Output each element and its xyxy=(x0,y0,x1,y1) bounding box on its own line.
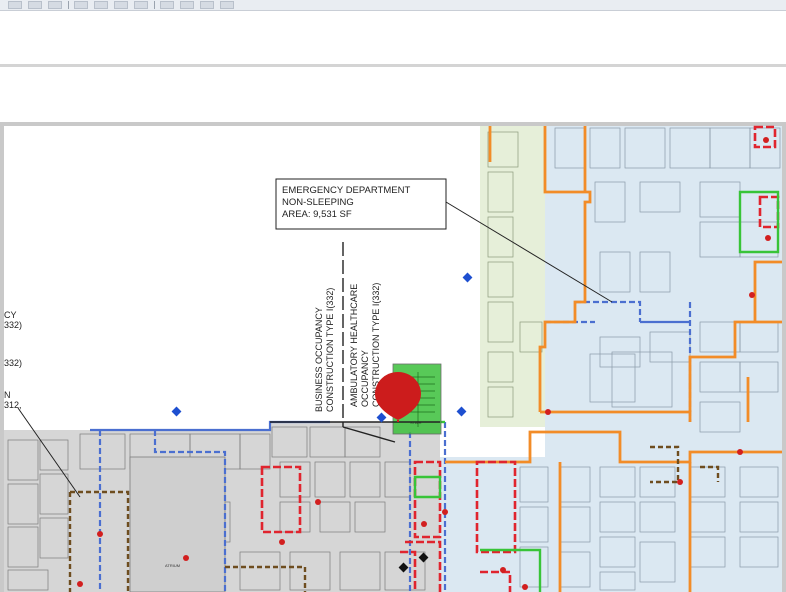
edge-text-332-a: 332) xyxy=(4,320,22,330)
toolbar-separator xyxy=(68,1,69,9)
section-divider xyxy=(0,64,786,67)
edge-text-cy: CY xyxy=(4,310,17,320)
settings-icon[interactable] xyxy=(200,1,214,9)
svg-text:OCCUPANCY: OCCUPANCY xyxy=(360,350,370,407)
measure-icon[interactable] xyxy=(94,1,108,9)
callout-line-3: AREA: 9,531 SF xyxy=(282,209,352,220)
edge-text-332-b: 332) xyxy=(4,358,22,368)
pan-icon[interactable] xyxy=(48,1,62,9)
floor-plan-drawing[interactable]: ATRIUM EMERGENCY DEPARTMENT NON-SLEEPING… xyxy=(0,122,786,592)
print-icon[interactable] xyxy=(160,1,174,9)
svg-text:CONSTRUCTION TYPE I(332): CONSTRUCTION TYPE I(332) xyxy=(325,288,335,412)
atrium-label: ATRIUM xyxy=(165,563,180,568)
toolbar-separator xyxy=(154,1,155,9)
atrium-room xyxy=(129,456,226,592)
callout-line-2: NON-SLEEPING xyxy=(282,197,354,208)
floor-plan-viewport[interactable]: ATRIUM EMERGENCY DEPARTMENT NON-SLEEPING… xyxy=(0,122,786,592)
viewer-toolbar xyxy=(0,0,786,11)
markup-icon[interactable] xyxy=(114,1,128,9)
search-icon[interactable] xyxy=(180,1,194,9)
svg-text:BUSINESS OCCUPANCY: BUSINESS OCCUPANCY xyxy=(314,307,324,412)
zoom-in-icon[interactable] xyxy=(8,1,22,9)
callout-line-1: EMERGENCY DEPARTMENT xyxy=(282,185,410,196)
color-icon[interactable] xyxy=(220,1,234,9)
layers-icon[interactable] xyxy=(134,1,148,9)
zoom-out-icon[interactable] xyxy=(28,1,42,9)
select-icon[interactable] xyxy=(74,1,88,9)
svg-text:AMBULATORY HEALTHCARE: AMBULATORY HEALTHCARE xyxy=(349,284,359,407)
edge-text-n: N xyxy=(4,390,11,400)
